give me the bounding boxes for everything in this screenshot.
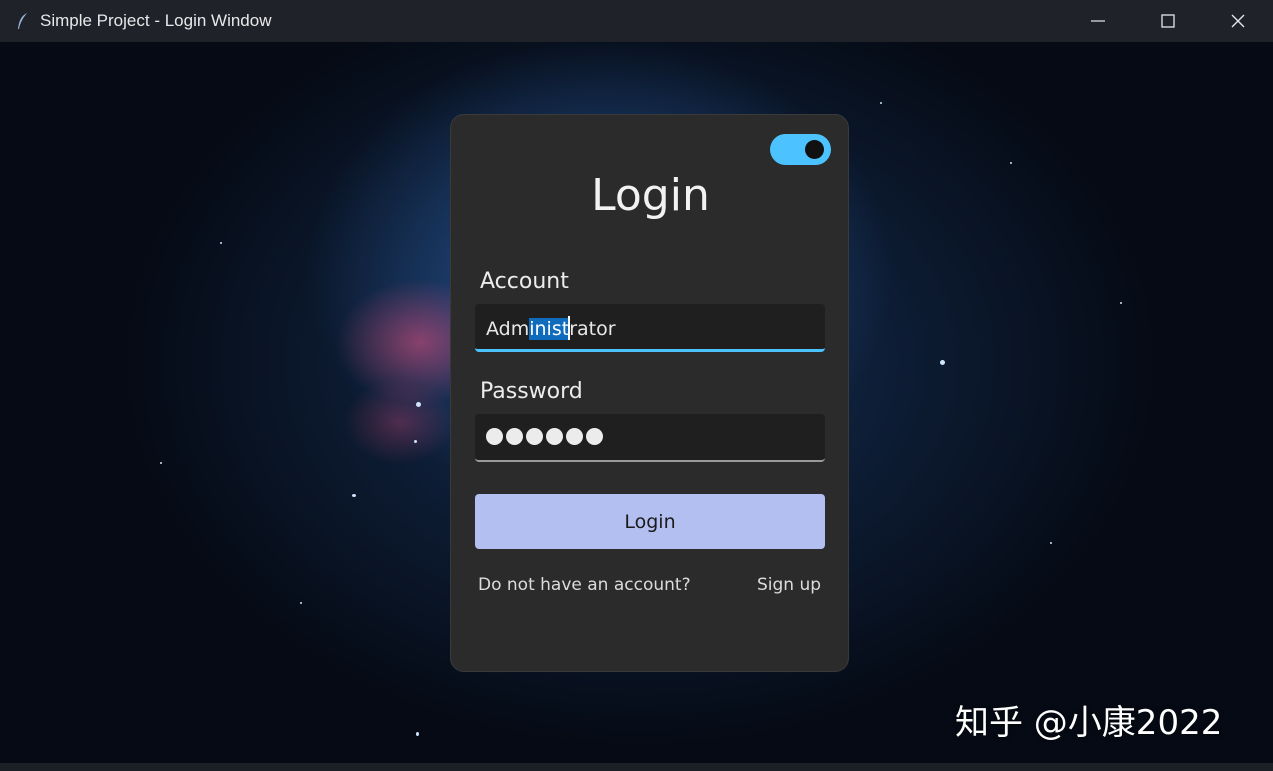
feather-icon <box>14 12 32 30</box>
signup-link[interactable]: Sign up <box>757 575 821 595</box>
password-dot <box>506 428 523 445</box>
star <box>300 602 302 604</box>
close-button[interactable] <box>1203 0 1273 42</box>
password-dot <box>486 428 503 445</box>
password-dot <box>566 428 583 445</box>
toggle-knob <box>805 140 824 159</box>
close-icon <box>1231 14 1245 28</box>
minimize-icon <box>1091 20 1105 22</box>
title-bar: Simple Project - Login Window <box>0 0 1273 42</box>
watermark: 知乎 @小康2022 <box>955 703 1223 743</box>
no-account-text: Do not have an account? <box>478 575 691 595</box>
window-controls <box>1063 0 1273 42</box>
password-input[interactable] <box>475 414 825 462</box>
password-dot <box>526 428 543 445</box>
star <box>880 102 882 104</box>
star <box>416 402 421 407</box>
star <box>220 242 222 244</box>
maximize-icon <box>1161 14 1175 28</box>
account-label: Account <box>480 269 569 294</box>
star <box>1050 542 1052 544</box>
account-text-before: Adm <box>486 318 530 340</box>
account-text-selected: inist <box>529 318 570 340</box>
account-input[interactable]: Administrator <box>475 304 825 352</box>
star <box>940 360 945 365</box>
account-value: Administrator <box>486 316 616 340</box>
star <box>1120 302 1122 304</box>
star <box>1010 162 1012 164</box>
star <box>414 440 417 443</box>
star <box>352 494 356 497</box>
minimize-button[interactable] <box>1063 0 1133 42</box>
account-text-after: rator <box>569 318 616 340</box>
login-button[interactable]: Login <box>475 494 825 549</box>
password-mask <box>486 428 603 445</box>
theme-toggle[interactable] <box>770 134 831 165</box>
password-label: Password <box>480 379 583 404</box>
login-title: Login <box>591 170 710 221</box>
window-title: Simple Project - Login Window <box>40 11 272 30</box>
maximize-button[interactable] <box>1133 0 1203 42</box>
login-card: Login Account Administrator Password Log… <box>450 114 849 672</box>
bottom-strip <box>0 763 1273 771</box>
password-dot <box>586 428 603 445</box>
star <box>160 462 162 464</box>
password-dot <box>546 428 563 445</box>
star <box>416 732 419 736</box>
